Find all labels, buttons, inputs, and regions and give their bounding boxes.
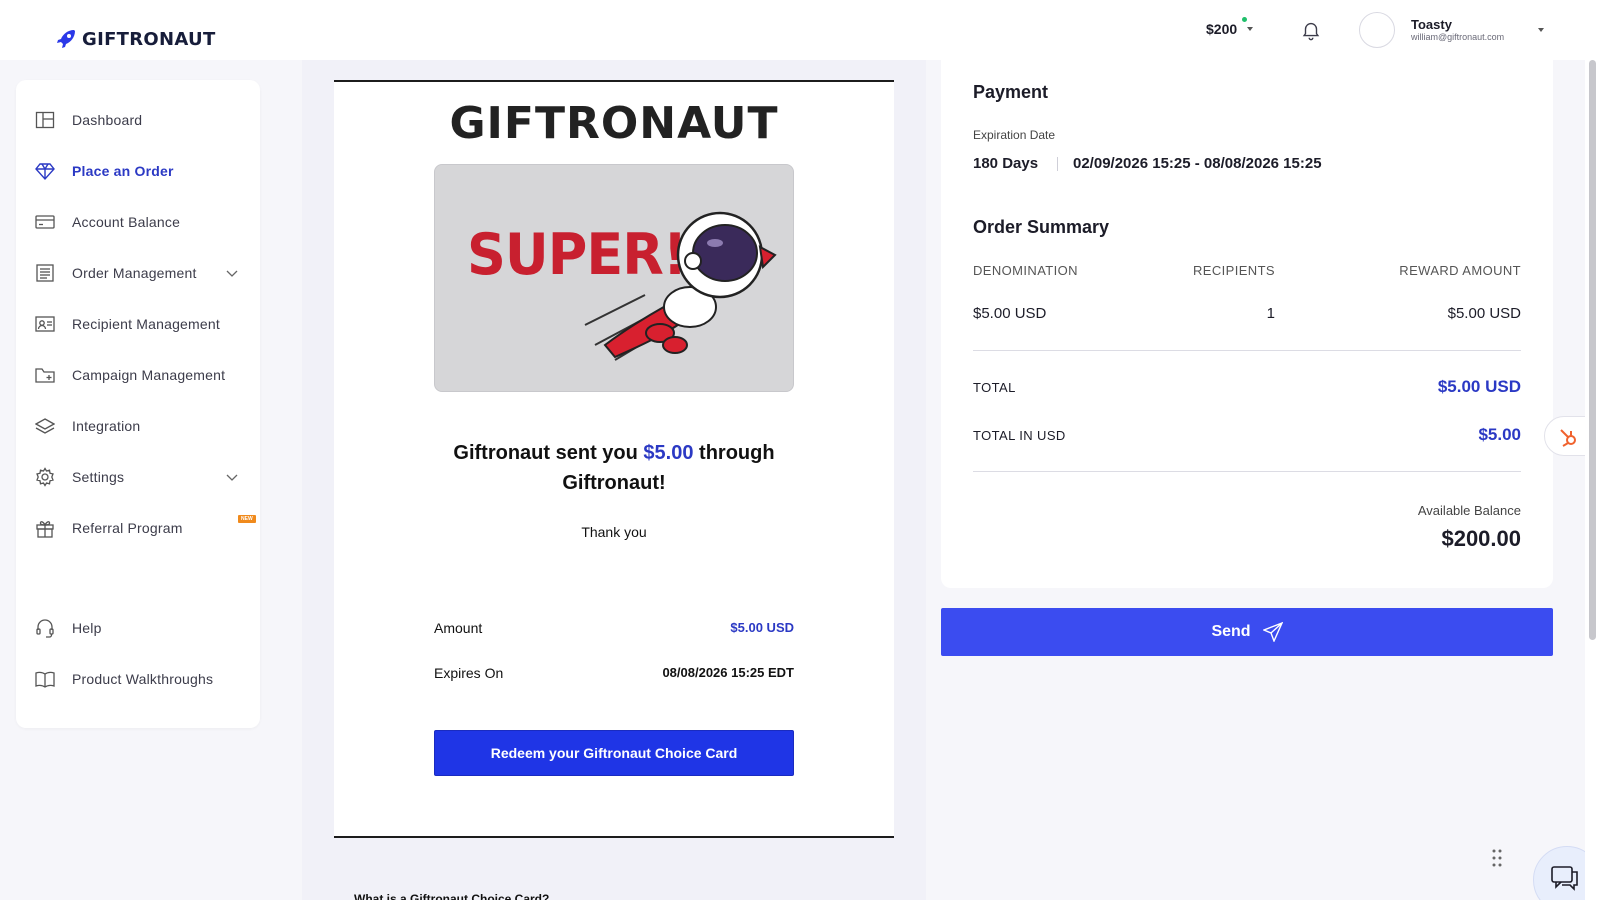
chevron-down-icon[interactable] bbox=[226, 267, 238, 279]
sidebar-item-label: Settings bbox=[72, 469, 125, 485]
sidebar-item-label: Product Walkthroughs bbox=[72, 671, 214, 687]
avatar[interactable] bbox=[1359, 12, 1395, 48]
hubspot-sprocket-icon bbox=[1560, 429, 1576, 447]
available-balance-value: $200.00 bbox=[1441, 526, 1521, 551]
redeem-button[interactable]: Redeem your Giftronaut Choice Card bbox=[434, 730, 794, 776]
send-label: Send bbox=[1211, 623, 1251, 640]
expiration-label: Expiration Date bbox=[973, 128, 1056, 142]
bell-icon[interactable] bbox=[1300, 19, 1322, 41]
chat-icon bbox=[1551, 866, 1578, 891]
available-balance-label: Available Balance bbox=[1417, 503, 1521, 518]
sidebar-item-help[interactable]: Help bbox=[16, 608, 260, 648]
faq-heading: What is a Giftronaut Choice Card? bbox=[354, 892, 550, 900]
sidebar-item-label: Integration bbox=[72, 418, 141, 434]
cell-reward-amount: $5.00 USD bbox=[1447, 305, 1521, 322]
hubspot-widget[interactable] bbox=[1544, 416, 1588, 456]
caret-down-icon bbox=[1247, 27, 1254, 31]
amount-value: $5.00 USD bbox=[730, 620, 794, 635]
sidebar-item-integration[interactable]: Integration bbox=[16, 406, 260, 446]
total-value: $5.00 USD bbox=[1437, 377, 1521, 396]
gift-icon bbox=[36, 521, 54, 538]
astronaut-illustration-icon bbox=[584, 211, 777, 361]
brand-logo[interactable]: GIFTRONAUT bbox=[54, 27, 216, 51]
paper-plane-icon bbox=[1262, 622, 1283, 642]
divider bbox=[973, 471, 1521, 472]
sidebar-item-product-walkthroughs[interactable]: Product Walkthroughs bbox=[16, 659, 260, 699]
order-summary-title: Order Summary bbox=[973, 217, 1110, 237]
column-header-denomination: DENOMINATION bbox=[973, 263, 1078, 278]
sidebar-item-label: Account Balance bbox=[72, 214, 181, 230]
hero-image: SUPER! bbox=[434, 164, 794, 392]
folder-plus-icon bbox=[35, 368, 55, 383]
top-bar: GIFTRONAUT $200 Toasty william@giftronau… bbox=[0, 0, 1585, 60]
diamond-icon bbox=[35, 163, 55, 181]
new-badge: NEW bbox=[238, 515, 256, 523]
rocket-logo-icon bbox=[57, 30, 75, 48]
sidebar-item-label: Place an Order bbox=[72, 163, 174, 179]
sidebar-item-label: Referral Program bbox=[72, 520, 183, 536]
dashboard-icon bbox=[35, 111, 55, 129]
sidebar-item-place-order[interactable]: Place an Order bbox=[16, 151, 260, 191]
email-preview-panel: GIFTRONAUT SUPER! Giftronaut sent you $5… bbox=[302, 60, 926, 900]
layers-icon bbox=[35, 418, 55, 434]
email-brand-title: GIFTRONAUT bbox=[449, 98, 779, 149]
payment-summary-card: Payment Expiration Date 180 Days 02/09/2… bbox=[941, 60, 1553, 588]
divider bbox=[1057, 157, 1058, 171]
email-thanks: Thank you bbox=[581, 524, 647, 540]
sidebar-item-campaign-management[interactable]: Campaign Management bbox=[16, 355, 260, 395]
sidebar-item-label: Recipient Management bbox=[72, 316, 220, 332]
balance-amount: $200 bbox=[1206, 21, 1238, 37]
sidebar-item-referral-program[interactable]: Referral Program NEW bbox=[16, 508, 260, 548]
chevron-down-icon[interactable] bbox=[226, 471, 238, 483]
contact-card-icon bbox=[35, 316, 55, 332]
sidebar-item-label: Order Management bbox=[72, 265, 197, 281]
total-usd-value: $5.00 bbox=[1478, 425, 1521, 444]
email-message: Giftronaut sent you $5.00 through Giftro… bbox=[424, 438, 804, 498]
drag-handle-icon[interactable] bbox=[1490, 848, 1504, 868]
cell-denomination: $5.00 USD bbox=[973, 305, 1047, 322]
sidebar-item-settings[interactable]: Settings bbox=[16, 457, 260, 497]
gear-icon bbox=[36, 467, 54, 487]
email-preview-card: GIFTRONAUT SUPER! Giftronaut sent you $5… bbox=[334, 80, 894, 838]
sidebar-item-account-balance[interactable]: Account Balance bbox=[16, 202, 260, 242]
amount-label: Amount bbox=[434, 620, 483, 636]
scrollbar-thumb[interactable] bbox=[1589, 60, 1596, 640]
expires-value: 08/08/2026 15:25 EDT bbox=[662, 665, 794, 680]
sidebar-item-label: Help bbox=[72, 620, 102, 636]
amount-row: Amount $5.00 USD bbox=[434, 620, 794, 636]
payment-title: Payment bbox=[973, 82, 1049, 102]
total-usd-label: TOTAL IN USD bbox=[973, 428, 1066, 443]
book-icon bbox=[35, 671, 55, 688]
balance-dropdown[interactable]: $200 bbox=[1206, 17, 1254, 37]
user-menu-caret-icon[interactable] bbox=[1538, 28, 1544, 32]
total-label: TOTAL bbox=[973, 380, 1016, 395]
user-name[interactable]: Toasty bbox=[1411, 17, 1452, 32]
sidebar-item-label: Campaign Management bbox=[72, 367, 226, 383]
credit-card-icon bbox=[35, 215, 55, 229]
user-email: william@giftronaut.com bbox=[1411, 32, 1505, 42]
brand-name: GIFTRONAUT bbox=[82, 28, 216, 50]
sidebar-item-dashboard[interactable]: Dashboard bbox=[16, 100, 260, 140]
expires-row: Expires On 08/08/2026 15:25 EDT bbox=[434, 665, 794, 681]
column-header-recipients: RECIPIENTS bbox=[1192, 263, 1275, 278]
message-prefix: Giftronaut sent you bbox=[453, 442, 638, 464]
message-amount: $5.00 bbox=[643, 442, 694, 464]
sidebar-item-label: Dashboard bbox=[72, 112, 143, 128]
scrollbar[interactable] bbox=[1585, 0, 1600, 900]
expires-label: Expires On bbox=[434, 665, 504, 681]
cell-recipients: 1 bbox=[1266, 305, 1275, 322]
sidebar-item-recipient-management[interactable]: Recipient Management bbox=[16, 304, 260, 344]
expiration-range: 02/09/2026 15:25 - 08/08/2026 15:25 bbox=[1073, 155, 1322, 172]
sidebar-item-order-management[interactable]: Order Management bbox=[16, 253, 260, 293]
column-header-reward-amount: REWARD AMOUNT bbox=[1399, 263, 1521, 278]
balance-status-dot bbox=[1242, 17, 1247, 22]
divider bbox=[973, 350, 1521, 351]
document-list-icon bbox=[36, 264, 54, 282]
expiration-days: 180 Days bbox=[973, 155, 1039, 172]
send-button[interactable]: Send bbox=[941, 608, 1553, 656]
headset-icon bbox=[36, 619, 54, 638]
sidebar: Dashboard Place an Order Account Balance… bbox=[16, 80, 260, 728]
